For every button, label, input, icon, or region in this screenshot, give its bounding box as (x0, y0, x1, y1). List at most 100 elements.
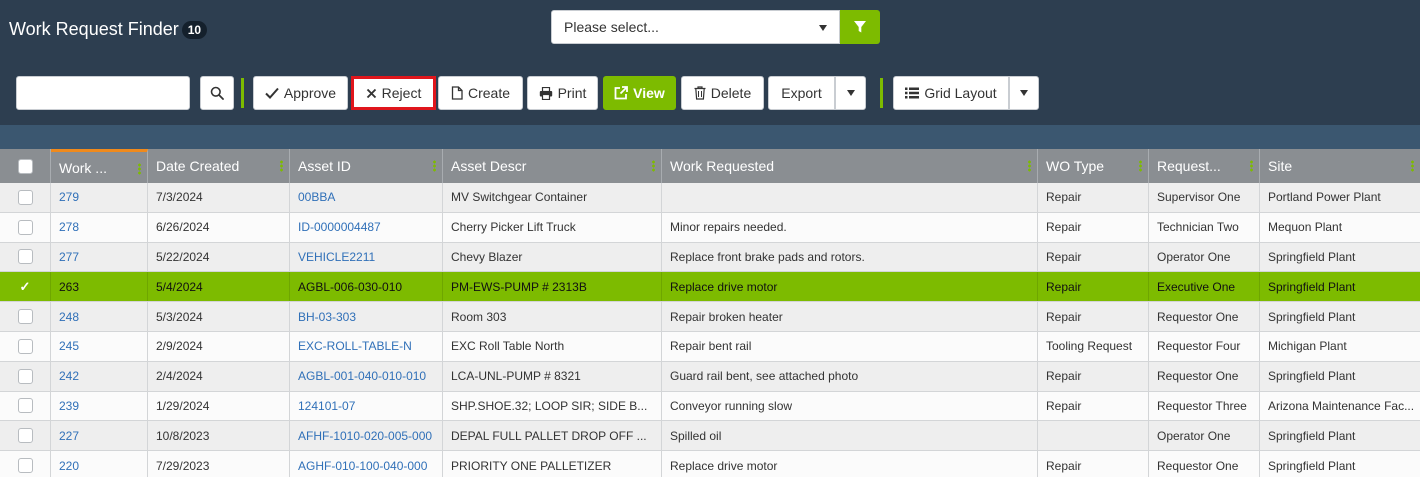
asset-descr-cell: Room 303 (443, 302, 662, 331)
table-row[interactable]: 277 5/22/2024 VEHICLE2211 Chevy Blazer Repla… (0, 242, 1420, 273)
work-number-cell[interactable]: 220 (51, 451, 148, 477)
row-checkbox-cell[interactable] (0, 242, 51, 272)
create-label: Create (467, 85, 511, 101)
asset-id-cell[interactable]: 00BBA (290, 183, 443, 212)
delete-button[interactable]: Delete (681, 76, 764, 110)
table-row[interactable]: 239 1/29/2024 124101-07 SHP.SHOE.32; LOOP S… (0, 391, 1420, 422)
asset-id-cell[interactable]: BH-03-303 (290, 302, 443, 331)
view-button[interactable]: View (603, 76, 676, 110)
column-header-requestor[interactable]: Request... (1149, 149, 1260, 183)
table-row[interactable]: 279 7/3/2024 00BBA MV Switchgear Container R… (0, 183, 1420, 213)
work-number-cell[interactable]: 279 (51, 183, 148, 212)
trash-icon (694, 86, 706, 100)
work-number-cell[interactable]: 242 (51, 361, 148, 391)
table-row[interactable]: 248 5/3/2024 BH-03-303 Room 303 Repair broke… (0, 302, 1420, 332)
row-checkbox[interactable] (17, 398, 33, 414)
work-number-cell[interactable]: 248 (51, 302, 148, 331)
filter-select[interactable]: Please select... (551, 10, 840, 44)
table-row[interactable]: 242 2/4/2024 AGBL-001-040-010-010 LCA-UNL-P… (0, 361, 1420, 392)
search-input[interactable] (16, 76, 190, 110)
asset-id-cell[interactable]: 124101-07 (290, 391, 443, 421)
row-checkbox-cell[interactable] (0, 361, 51, 391)
toolbar-separator (241, 78, 244, 108)
row-checkbox-cell[interactable] (0, 183, 51, 212)
column-header-label: WO Type (1046, 158, 1105, 174)
column-header-label: Work ... (59, 159, 107, 176)
approve-label: Approve (283, 85, 337, 101)
asset-id-cell[interactable]: VEHICLE2211 (290, 242, 443, 272)
header-select-all[interactable] (0, 149, 51, 183)
asset-id-cell[interactable]: AFHF-1010-020-005-000 (290, 421, 443, 451)
work-number-cell[interactable]: 263 (51, 272, 148, 302)
row-checkbox[interactable] (17, 189, 33, 205)
export-dropdown-button[interactable] (835, 76, 866, 110)
row-checkbox[interactable] (17, 428, 33, 444)
row-checkbox[interactable] (17, 309, 33, 325)
column-header-label: Date Created (156, 158, 240, 174)
export-button[interactable]: Export (768, 76, 835, 110)
row-checkbox[interactable] (17, 458, 33, 474)
site-cell: Springfield Plant (1268, 279, 1356, 294)
column-header-work-requested[interactable]: Work Requested (662, 149, 1038, 183)
table-row[interactable]: 227 10/8/2023 AFHF-1010-020-005-000 DEPAL F… (0, 421, 1420, 452)
reject-button[interactable]: Reject (351, 76, 436, 110)
asset-id-cell[interactable]: AGBL-006-030-010 (290, 272, 443, 302)
external-link-icon (614, 86, 629, 100)
row-checkbox-cell[interactable]: ✓ (0, 272, 51, 302)
table-row[interactable]: ✓ 263 5/4/2024 AGBL-006-030-010 PM-EWS-PUMP … (0, 272, 1420, 303)
search-button[interactable] (200, 76, 234, 110)
asset-id-cell[interactable]: EXC-ROLL-TABLE-N (290, 331, 443, 361)
work-number-cell[interactable]: 239 (51, 391, 148, 421)
row-checkbox-cell[interactable] (0, 331, 51, 361)
check-icon[interactable]: ✓ (20, 279, 31, 295)
column-menu-icon[interactable] (433, 160, 436, 172)
column-menu-icon[interactable] (138, 163, 141, 175)
row-checkbox[interactable] (17, 249, 33, 265)
table-row[interactable]: 245 2/9/2024 EXC-ROLL-TABLE-N EXC Roll Tabl… (0, 331, 1420, 362)
wo-type-cell: Repair (1038, 391, 1149, 421)
site-cell: Springfield Plant (1268, 458, 1356, 473)
work-number-cell[interactable]: 227 (51, 421, 148, 451)
column-menu-icon[interactable] (652, 160, 655, 172)
create-button[interactable]: Create (438, 76, 523, 110)
column-header-wo-type[interactable]: WO Type (1038, 149, 1149, 183)
select-all-checkbox[interactable] (17, 158, 33, 174)
table-row[interactable]: 220 7/29/2023 AGHF-010-100-040-000 PRIORITY… (0, 451, 1420, 477)
row-checkbox-cell[interactable] (0, 451, 51, 477)
row-checkbox[interactable] (17, 368, 33, 384)
row-checkbox[interactable] (17, 338, 33, 354)
column-menu-icon[interactable] (280, 160, 283, 172)
row-checkbox-cell[interactable] (0, 391, 51, 421)
requestor-cell: Requestor Three (1149, 391, 1260, 421)
asset-id-cell[interactable]: ID-0000004487 (290, 212, 443, 242)
search-icon (210, 86, 224, 100)
column-header-asset-descr[interactable]: Asset Descr (443, 149, 662, 183)
page-title-text: Work Request Finder (9, 19, 179, 39)
approve-button[interactable]: Approve (253, 76, 348, 110)
column-header-asset-id[interactable]: Asset ID (290, 149, 443, 183)
work-number-cell[interactable]: 278 (51, 212, 148, 242)
column-menu-icon[interactable] (1411, 160, 1414, 172)
column-menu-icon[interactable] (1139, 160, 1142, 172)
row-checkbox-cell[interactable] (0, 421, 51, 451)
column-menu-icon[interactable] (1250, 160, 1253, 172)
row-checkbox-cell[interactable] (0, 212, 51, 242)
column-menu-icon[interactable] (1028, 160, 1031, 172)
row-checkbox-cell[interactable] (0, 302, 51, 331)
asset-id-cell[interactable]: AGBL-001-040-010-010 (290, 361, 443, 391)
grid-layout-dropdown-button[interactable] (1009, 76, 1039, 110)
asset-id-cell[interactable]: AGHF-010-100-040-000 (290, 451, 443, 477)
grid-layout-button[interactable]: Grid Layout (893, 76, 1009, 110)
print-button[interactable]: Print (527, 76, 598, 110)
column-header-site[interactable]: Site (1260, 149, 1420, 183)
requestor-cell: Requestor One (1149, 302, 1260, 331)
column-header-date-created[interactable]: Date Created (148, 149, 290, 183)
filter-button[interactable] (840, 10, 880, 44)
work-requested-cell: Spilled oil (662, 421, 1038, 451)
work-number-cell[interactable]: 277 (51, 242, 148, 272)
row-checkbox[interactable] (17, 219, 33, 235)
column-header-work[interactable]: Work ... (51, 149, 148, 183)
requestor-cell: Operator One (1149, 421, 1260, 451)
table-row[interactable]: 278 6/26/2024 ID-0000004487 Cherry Picker L… (0, 212, 1420, 243)
work-number-cell[interactable]: 245 (51, 331, 148, 361)
